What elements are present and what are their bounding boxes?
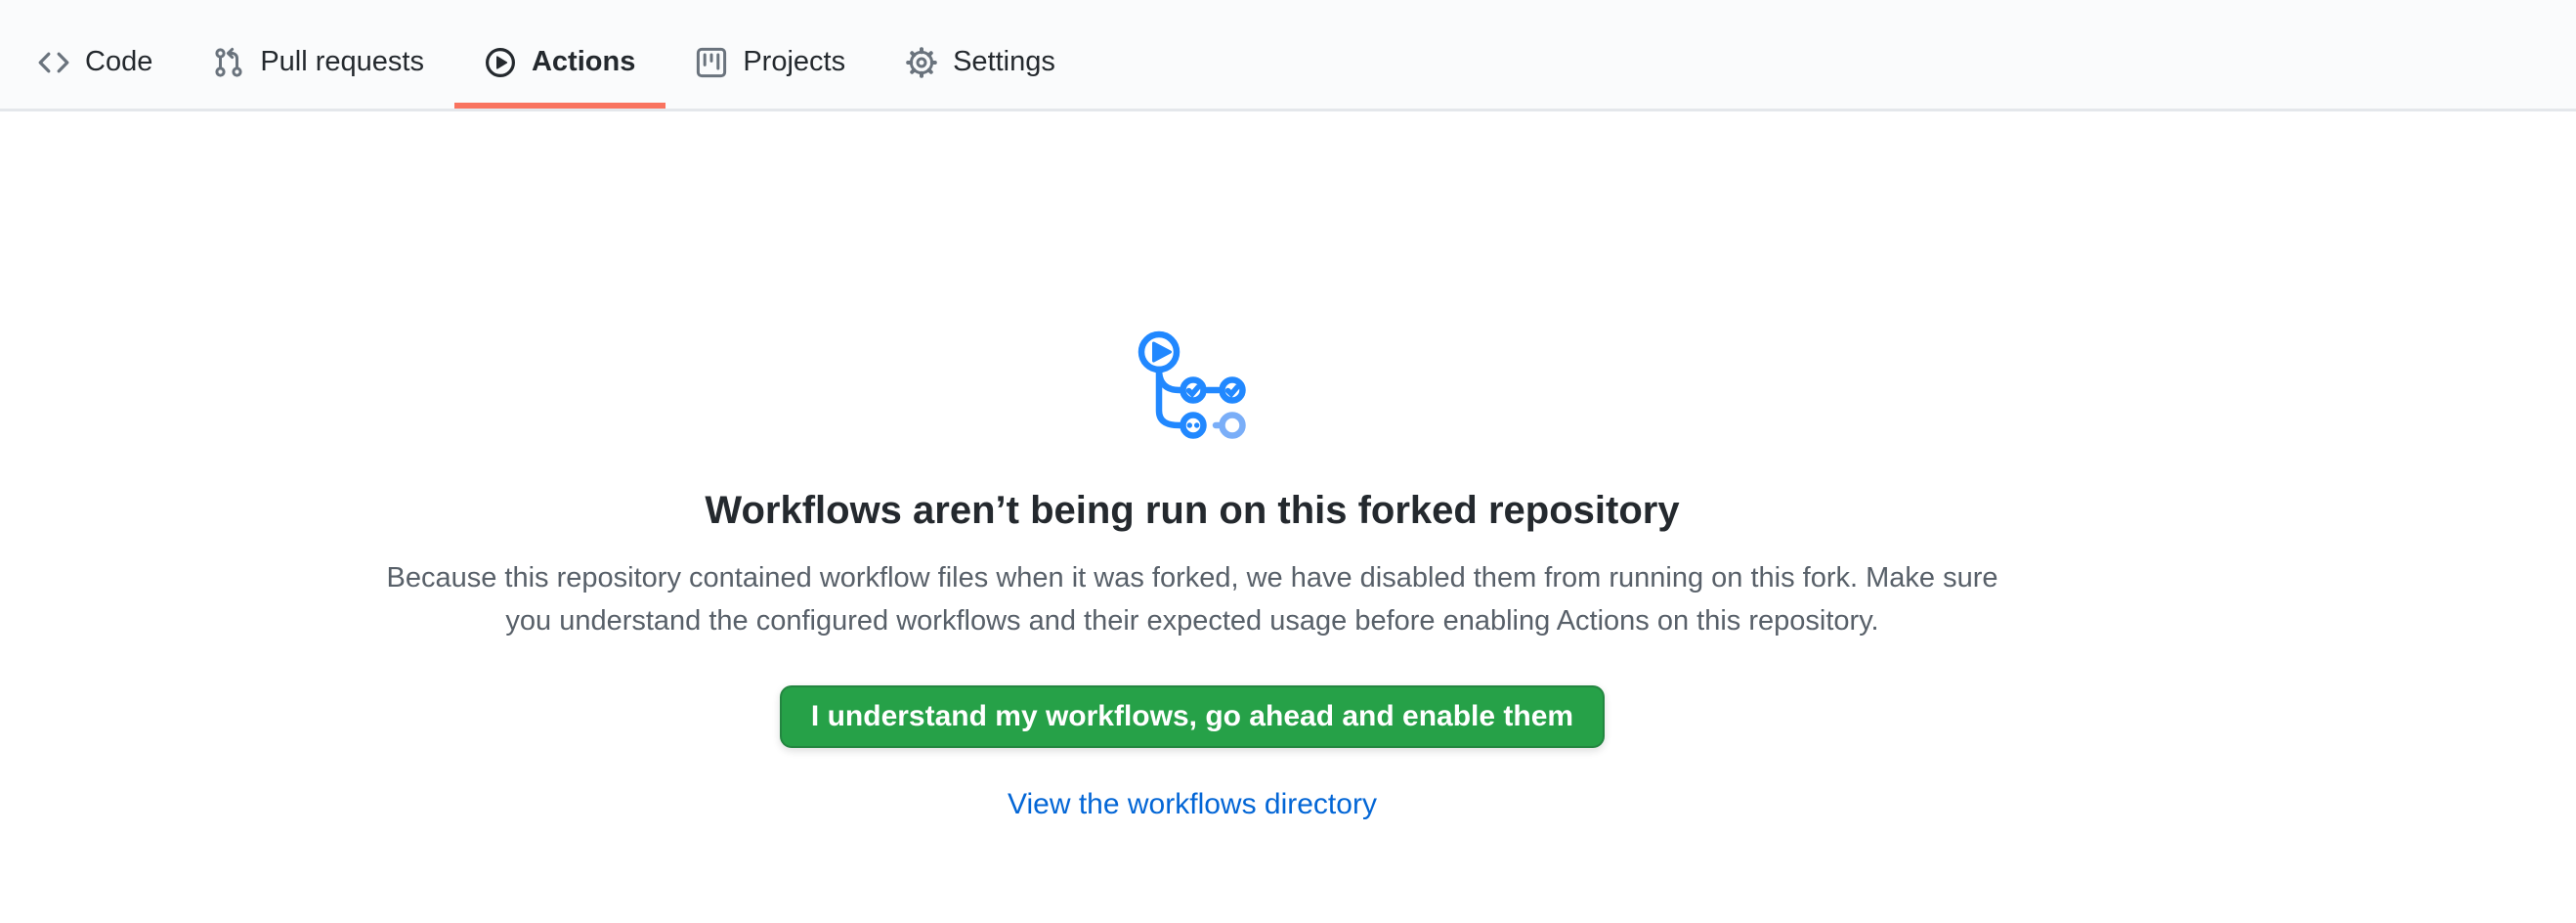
repo-nav: Code Pull requests Actions Projects Settings bbox=[0, 0, 2576, 111]
workflows-disabled-notice: Workflows aren’t being run on this forke… bbox=[381, 329, 2003, 822]
git-pull-request-icon bbox=[213, 47, 244, 78]
code-icon bbox=[38, 47, 69, 78]
tab-pull-requests[interactable]: Pull requests bbox=[183, 16, 454, 109]
tab-label: Projects bbox=[743, 48, 845, 76]
tab-settings[interactable]: Settings bbox=[876, 16, 1086, 109]
tab-label: Code bbox=[85, 48, 152, 76]
repo-tab-list: Code Pull requests Actions Projects Settings bbox=[8, 16, 1086, 109]
workflow-graph-icon bbox=[381, 329, 2003, 445]
notice-description: Because this repository contained workfl… bbox=[381, 556, 2003, 642]
tab-label: Settings bbox=[953, 48, 1055, 76]
notice-title: Workflows aren’t being run on this forke… bbox=[381, 486, 2003, 535]
tab-projects[interactable]: Projects bbox=[665, 16, 876, 109]
tab-label: Pull requests bbox=[260, 48, 424, 76]
enable-workflows-button[interactable]: I understand my workflows, go ahead and … bbox=[780, 685, 1605, 748]
gear-icon bbox=[906, 47, 937, 78]
tab-code[interactable]: Code bbox=[8, 16, 183, 109]
actions-page: Workflows aren’t being run on this forke… bbox=[0, 329, 2576, 822]
tab-actions[interactable]: Actions bbox=[454, 16, 665, 109]
play-circle-icon bbox=[485, 47, 516, 78]
workflows-link-row: View the workflows directory bbox=[381, 748, 2003, 822]
project-icon bbox=[696, 47, 727, 78]
view-workflows-directory-link[interactable]: View the workflows directory bbox=[1008, 787, 1377, 822]
tab-label: Actions bbox=[532, 48, 635, 76]
enable-button-row: I understand my workflows, go ahead and … bbox=[381, 642, 2003, 748]
